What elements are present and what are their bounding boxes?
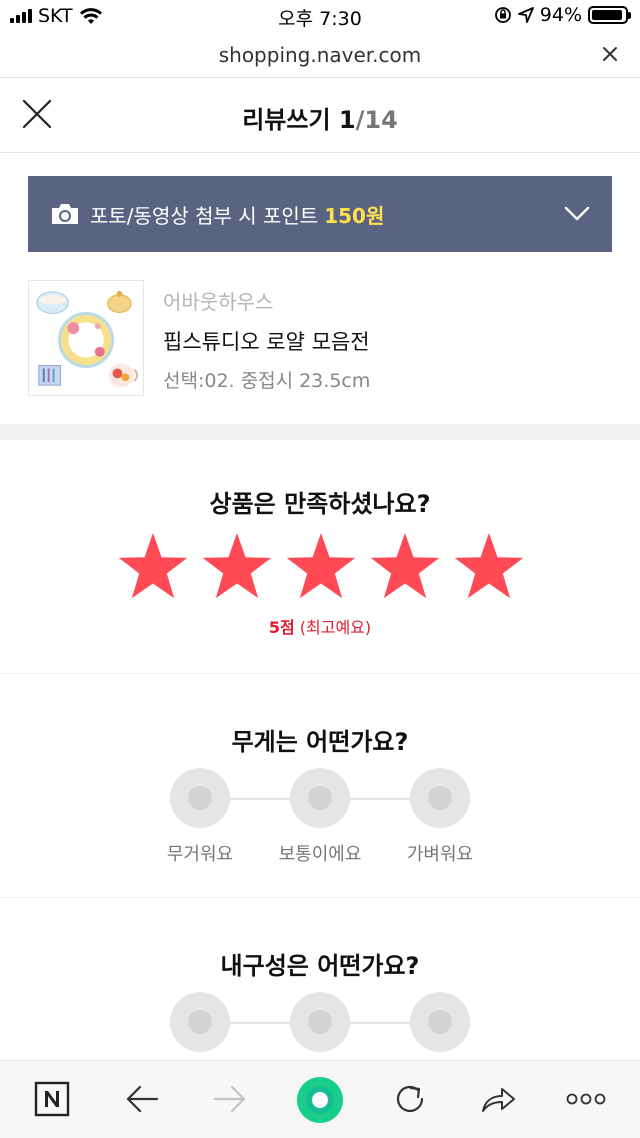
product-option: 선택:02. 중접시 23.5cm [163,370,371,392]
close-icon[interactable] [598,42,622,66]
url-bar: shopping.naver.com [0,32,640,78]
product-thumbnail [28,280,144,396]
star-icon[interactable] [284,530,358,604]
reload-button[interactable] [390,1079,430,1119]
radio-circle[interactable] [170,992,230,1052]
star-rating[interactable] [116,530,526,608]
radio-circle[interactable] [290,768,350,828]
rating-score-value: 5점 [268,618,295,637]
radio-circle[interactable] [410,768,470,828]
star-icon[interactable] [452,530,526,604]
radio-circle[interactable] [170,768,230,828]
green-dot-button[interactable] [295,1075,345,1125]
banner-text: 포토/동영상 첨부 시 포인트 [90,203,319,228]
arrow-left-icon [126,1085,159,1113]
browser-toolbar [0,1060,640,1138]
page-total: /14 [355,106,398,134]
product-brand: 어바웃하우스 [163,290,274,314]
status-bar: SKT 오후 7:30 94% [0,0,640,32]
camera-icon [52,204,78,224]
durability-question: 내구성은 어떤가요? [220,952,420,980]
choice-3[interactable] [380,992,500,1052]
back-button[interactable] [122,1079,162,1119]
section-divider [0,424,640,440]
divider [0,897,640,898]
battery-icon [588,6,631,24]
status-right: 94% [494,4,631,26]
choice-label: 무거워요 [166,844,234,865]
star-icon[interactable] [116,530,190,604]
battery-fill [592,10,623,20]
more-dots-icon [566,1093,606,1105]
orientation-lock-icon [494,7,511,23]
product-name: 핍스튜디오 로얄 모음전 [163,330,370,354]
naver-n-icon [34,1081,70,1117]
battery-percent: 94% [539,4,582,26]
share-button[interactable] [478,1079,518,1119]
page-current: 1 [338,106,356,134]
location-arrow-icon [517,7,534,23]
choice-heavy[interactable]: 무거워요 [140,768,260,866]
radio-circle[interactable] [290,992,350,1052]
more-button[interactable] [566,1079,606,1119]
choice-normal[interactable]: 보통이에요 [260,768,380,866]
choice-label: 보통이에요 [278,844,362,865]
product-info: 어바웃하우스 핍스튜디오 로얄 모음전 선택:02. 중접시 23.5cm [28,280,612,398]
reload-icon [396,1085,424,1112]
choice-label: 가벼워요 [406,844,474,865]
banner-points: 150원 [324,203,385,228]
choice-light[interactable]: 가벼워요 [380,768,500,866]
rating-score: 5점 (최고예요) [0,614,640,638]
naver-home-button[interactable] [32,1079,72,1119]
share-arrow-icon [482,1088,515,1112]
choice-2[interactable] [260,992,380,1052]
weight-question: 무게는 어떤가요? [231,728,409,756]
rating-question: 상품은 만족하셨나요? [209,490,431,518]
rating-score-desc: (최고예요) [299,618,372,637]
choice-1[interactable] [140,992,260,1052]
chevron-down-icon[interactable] [564,202,590,224]
url-text[interactable]: shopping.naver.com [0,43,640,67]
photo-point-banner[interactable]: 포토/동영상 첨부 시 포인트 150원 [28,176,612,252]
divider [0,673,640,674]
arrow-right-icon [213,1085,246,1113]
page-header: 리뷰쓰기 1/14 [0,78,640,153]
forward-button[interactable] [210,1079,250,1119]
green-dot-icon [297,1077,343,1123]
radio-circle[interactable] [410,992,470,1052]
page-title: 리뷰쓰기 1/14 [0,100,640,135]
weight-choices: 무거워요 보통이에요 가벼워요 [140,768,500,868]
title-label: 리뷰쓰기 [242,106,331,134]
star-icon[interactable] [368,530,442,604]
star-icon[interactable] [200,530,274,604]
